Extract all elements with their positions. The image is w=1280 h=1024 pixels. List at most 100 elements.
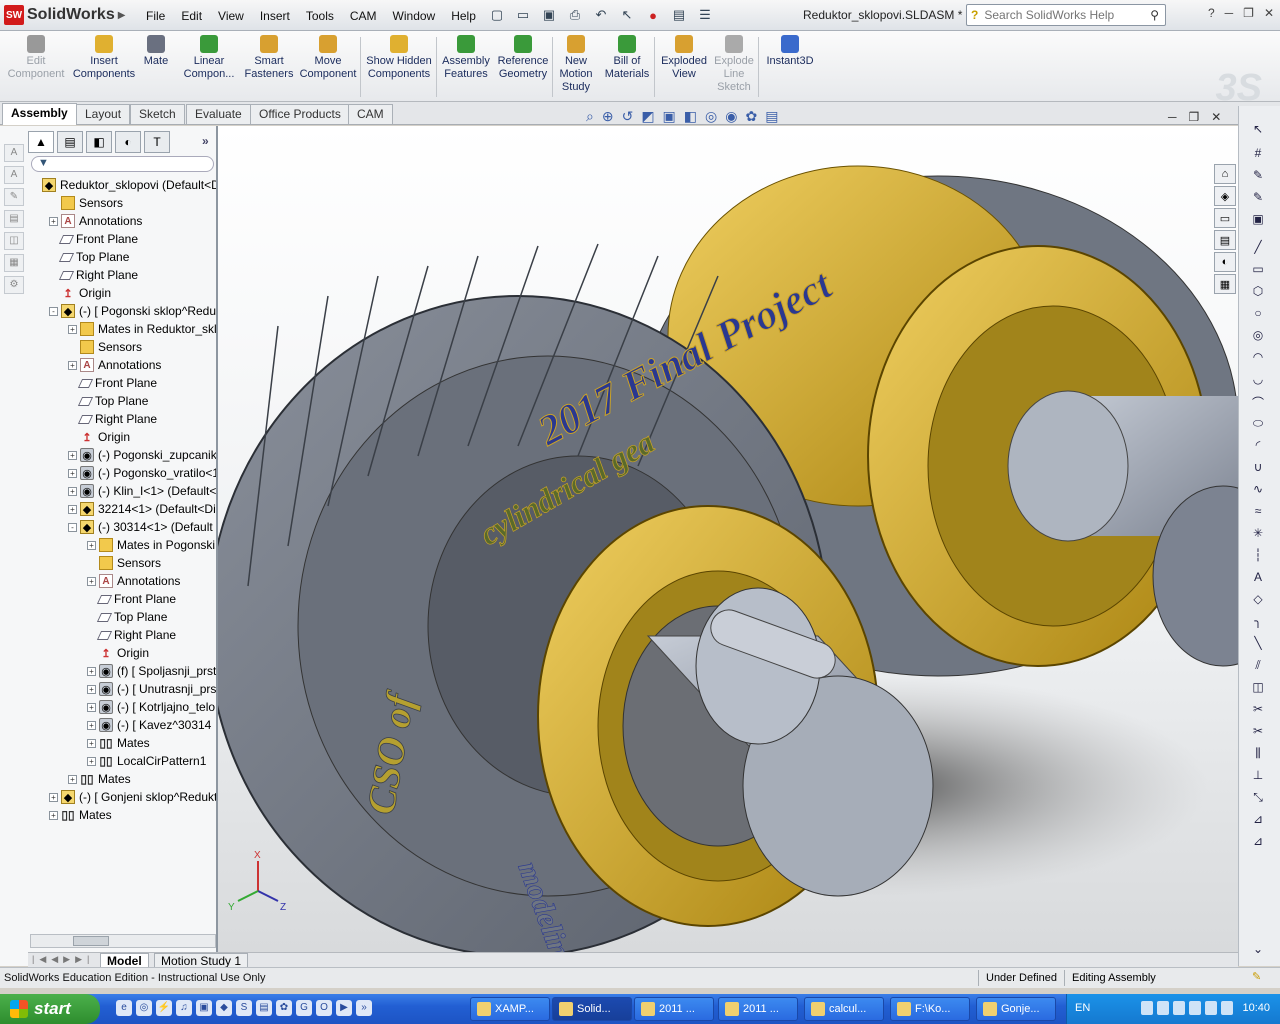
app-icon[interactable]: ▤ [256,1000,272,1016]
expand-icon[interactable]: + [68,486,77,496]
tab-navigation-icons[interactable]: |◀◀▶▶| [32,954,94,965]
tree-item[interactable]: + ◉ (-) [ Unutrasnji_prs [87,680,216,698]
parabola-icon[interactable]: ∪ [1245,460,1271,478]
search-input[interactable] [982,7,1123,23]
tab-motion-study[interactable]: Motion Study 1 [154,953,249,968]
show-hidden-components-button[interactable]: Show Hidden Components [364,35,434,81]
polygon-icon[interactable]: ⬡ [1245,284,1271,302]
tree-item[interactable]: ↥ Origin [87,644,149,662]
rectangle-icon[interactable]: ▭ [1245,262,1271,280]
tree-item[interactable]: + ◉ (f) [ Spoljasnji_prst [87,662,216,680]
instant3d-button[interactable]: Instant3D [764,35,816,68]
ellipse-icon[interactable]: ⬭ [1245,416,1271,434]
sketch-icon[interactable]: ✎ [1245,168,1271,186]
grid-icon[interactable]: # [1245,146,1271,164]
tree-item[interactable]: Front Plane [68,374,157,392]
taskbar-window-button[interactable]: XAMP... [470,997,550,1021]
expand-icon[interactable]: + [87,738,96,748]
tree-item[interactable]: + Mates in Reduktor_sklopov [68,320,216,338]
sidebar-tool-icon[interactable]: ▦ [4,254,24,272]
expand-icon[interactable]: + [68,450,77,460]
menu-tools[interactable]: Tools [298,9,342,23]
tree-item[interactable]: - ◆ (-) [ Pogonski sklop^Reduk [49,302,216,320]
file-properties-icon[interactable]: ▤ [668,5,690,25]
rebuild-icon[interactable]: ● [642,5,664,25]
collapse-icon[interactable]: - [49,306,58,316]
tree-item[interactable]: ◆ Reduktor_sklopovi (Default<D [30,176,216,194]
tree-item[interactable]: + ◉ (-) Pogonsko_vratilo<1 [68,464,216,482]
trim-icon[interactable]: ✂ [1245,724,1271,742]
section-view-icon[interactable]: ◩ [641,108,654,125]
logo-dropdown-icon[interactable]: ▶ [118,10,126,21]
menu-cam[interactable]: CAM [342,9,385,23]
tab-office-products[interactable]: Office Products [250,104,350,124]
scrollbar-thumb[interactable] [73,936,109,946]
expand-tabs-icon[interactable]: » [202,134,209,148]
menu-edit[interactable]: Edit [173,9,210,23]
firefox-icon[interactable]: ◎ [136,1000,152,1016]
app-icon[interactable]: ◆ [216,1000,232,1016]
expand-icon[interactable]: + [68,504,77,514]
move-entities-icon[interactable]: ⤡ [1245,790,1271,808]
expand-icon[interactable]: + [87,666,96,676]
tree-item[interactable]: +◆ 32214<1> (Default<Displ [68,500,216,518]
options-icon[interactable]: ☰ [694,5,716,25]
open-folder-icon[interactable]: ▭ [512,5,534,25]
expand-icon[interactable]: + [68,324,77,334]
viewport-close-icon[interactable]: ✕ [1211,110,1221,124]
tree-item[interactable]: + A Annotations [49,212,142,230]
close-icon[interactable]: ✕ [1264,6,1274,20]
expand-icon[interactable]: + [87,756,96,766]
expand-icon[interactable]: + [68,774,77,784]
edit-component-button[interactable]: Edit Component [0,35,72,81]
sidebar-tool-icon[interactable]: A [4,144,24,162]
app-icon[interactable]: ♫ [176,1000,192,1016]
previous-view-icon[interactable]: ↺ [622,108,634,125]
solidworks-logo[interactable]: SW SolidWorks ▶ [4,4,125,26]
insert-components-button[interactable]: Insert Components [68,35,140,81]
expand-icon[interactable]: + [49,792,58,802]
select-icon[interactable]: ↖ [1245,122,1271,140]
tree-item[interactable]: + ◉ (-) [ Kavez^30314 [87,716,211,734]
three-point-arc-icon[interactable]: ⌒ [1245,394,1271,412]
tab-assembly[interactable]: Assembly [2,103,77,125]
ie-icon[interactable]: e [116,1000,132,1016]
tree-filter[interactable]: ▼ [31,156,214,172]
viewport-restore-icon[interactable]: ❐ [1189,110,1200,124]
restore-icon[interactable]: ❐ [1243,6,1254,20]
explode-line-sketch-button[interactable]: Explode Line Sketch [712,35,756,94]
tree-item[interactable]: Front Plane [87,590,176,608]
zoom-to-fit-icon[interactable]: ⌕ [586,108,594,125]
expand-icon[interactable]: + [87,540,96,550]
tree-item[interactable]: + ▯▯ Mates [87,734,150,752]
tree-horizontal-scrollbar[interactable] [30,934,216,948]
centerline-icon[interactable]: ┆ [1245,548,1271,566]
tree-item[interactable]: ↥ Origin [49,284,111,302]
minimize-icon[interactable]: ─ [1225,6,1234,20]
collapse-icon[interactable]: - [68,522,77,532]
tag-icon[interactable]: ✎ [1252,970,1261,983]
tree-item[interactable]: + ◉ (-) Klin_I<1> (Default< [68,482,216,500]
language-indicator[interactable]: EN [1075,1002,1090,1014]
perimeter-circle-icon[interactable]: ◎ [1245,328,1271,346]
convert-entities-icon[interactable]: ◫ [1245,680,1271,698]
tree-item[interactable]: Right Plane [68,410,157,428]
tab-sketch[interactable]: Sketch [130,104,185,124]
app-icon[interactable]: ✿ [276,1000,292,1016]
menu-view[interactable]: View [210,9,252,23]
expand-icon[interactable]: + [87,684,96,694]
taskbar-window-button[interactable]: calcul... [804,997,884,1021]
line-icon[interactable]: ╱ [1245,240,1271,258]
tree-item[interactable]: Sensors [87,554,161,572]
solidworks-icon[interactable]: S [236,1000,252,1016]
taskbar-window-button[interactable]: 2011 ... [718,997,798,1021]
hide-show-items-icon[interactable]: ◎ [705,108,717,125]
viewport-minimize-icon[interactable]: ─ [1168,110,1177,124]
partial-ellipse-icon[interactable]: ◜ [1245,438,1271,456]
tab-evaluate[interactable]: Evaluate [186,104,251,124]
add-relation-icon[interactable]: ⊿ [1245,812,1271,830]
tree-item[interactable]: + ◉ (-) [ Kotrljajno_telo [87,698,215,716]
display-style-icon[interactable]: ◧ [684,108,697,125]
undo-icon[interactable]: ↶ [590,5,612,25]
tray-icon[interactable] [1173,1001,1185,1015]
